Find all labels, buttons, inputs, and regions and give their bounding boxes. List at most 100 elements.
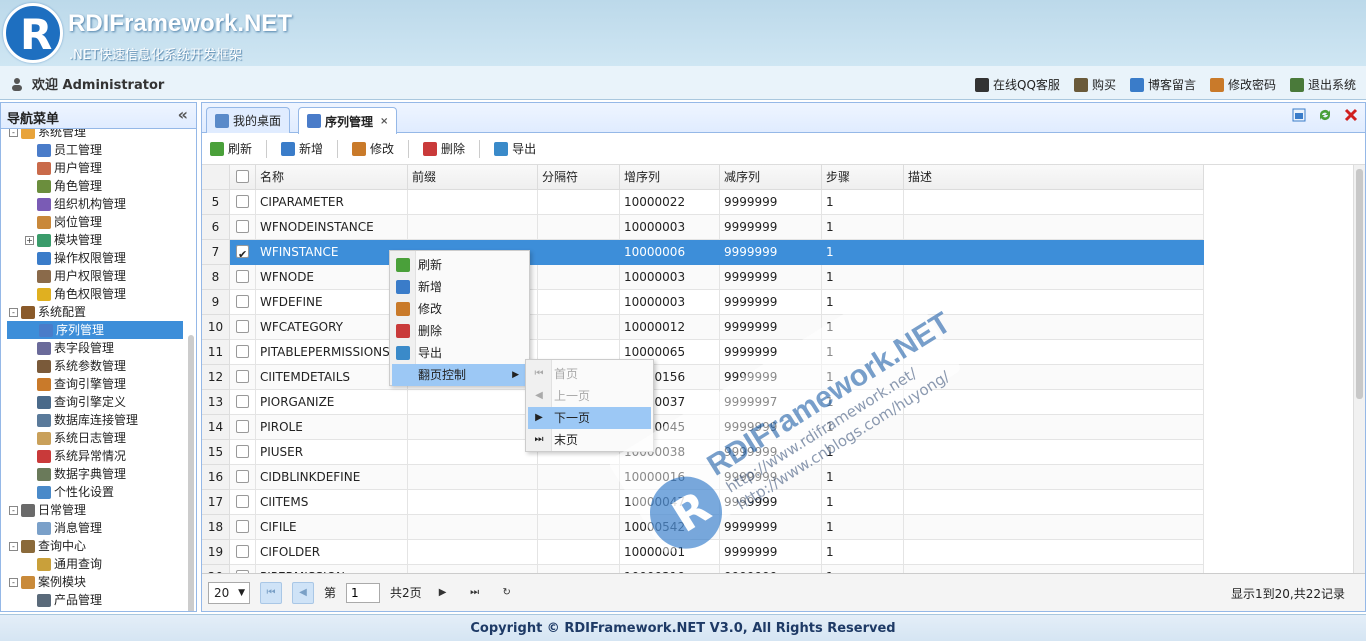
row-checkbox[interactable] [236, 420, 249, 433]
column-header[interactable]: 步骤 [822, 165, 904, 190]
row-checkbox[interactable] [236, 345, 249, 358]
first-page-button[interactable]: ⏮ [260, 581, 282, 604]
nav-item-7[interactable]: 操作权限管理 [25, 249, 126, 267]
nav-item-19[interactable]: 数据字典管理 [25, 465, 126, 483]
nav-item-17[interactable]: 系统日志管理 [25, 429, 126, 447]
close-all-icon[interactable] [1343, 107, 1359, 123]
grid-scrollbar[interactable] [1353, 165, 1365, 573]
home-icon[interactable] [1291, 107, 1307, 123]
collapse-toggle-icon[interactable]: - [9, 541, 18, 551]
table-row[interactable]: 20 PIPERMISSION 1000031999999991 [202, 565, 1204, 573]
nav-item-24[interactable]: 通用查询 [25, 555, 102, 573]
toplink-mail[interactable]: 博客留言 [1129, 76, 1196, 93]
select-all-checkbox[interactable] [236, 170, 249, 183]
nav-item-5[interactable]: 岗位管理 [25, 213, 102, 231]
column-header[interactable]: 减序列 [720, 165, 822, 190]
tab-desktop[interactable]: 我的桌面 [206, 107, 291, 133]
edit-button[interactable]: 修改 [352, 140, 394, 157]
nav-item-3[interactable]: 角色管理 [25, 177, 102, 195]
nav-item-26[interactable]: 产品管理 [25, 591, 102, 609]
table-row[interactable]: 17 CIITEMS 10000047 9999999 1 [202, 490, 1204, 515]
column-header[interactable]: 增序列 [620, 165, 720, 190]
nav-item-2[interactable]: 用户管理 [25, 159, 102, 177]
table-row[interactable]: 8 WFNODE 10000003 9999999 1 [202, 265, 1204, 290]
toplink-key[interactable]: 修改密码 [1209, 76, 1276, 93]
nav-item-10[interactable]: - 系统配置 [9, 303, 86, 321]
nav-item-11[interactable]: 序列管理 [7, 321, 183, 339]
menu-add[interactable]: 新增 [392, 276, 527, 298]
collapse-toggle-icon[interactable]: - [9, 505, 18, 515]
table-row[interactable]: 6 WFNODEINSTANCE 10000003 9999999 1 [202, 215, 1204, 240]
table-row[interactable]: 16 CIDBLINKDEFINE 10000016 9999999 1 [202, 465, 1204, 490]
row-checkbox[interactable] [236, 370, 249, 383]
page-number-input[interactable] [346, 582, 381, 603]
row-checkbox[interactable] [236, 495, 249, 508]
collapse-toggle-icon[interactable]: - [9, 577, 18, 587]
submenu-item-1[interactable]: ◀ 上一页 [528, 385, 651, 407]
toplink-exit[interactable]: 退出系统 [1289, 76, 1356, 93]
submenu-item-2[interactable]: ▶ 下一页 [528, 407, 651, 429]
table-row[interactable]: 5 CIPARAMETER 10000022 9999999 1 [202, 190, 1204, 215]
column-header[interactable]: 分隔符 [538, 165, 620, 190]
table-row[interactable]: 13 PIORGANIZE 10000037 9999997 1 [202, 390, 1204, 415]
row-checkbox[interactable] [236, 220, 249, 233]
row-checkbox[interactable] [236, 195, 249, 208]
nav-item-1[interactable]: 员工管理 [25, 141, 102, 159]
nav-item-23[interactable]: - 查询中心 [9, 537, 86, 555]
table-row[interactable]: 18 CIFILE 10000542 9999999 1 [202, 515, 1204, 540]
nav-item-18[interactable]: 系统异常情况 [25, 447, 126, 465]
row-checkbox[interactable] [236, 470, 249, 483]
toplink-cart[interactable]: 购买 [1073, 76, 1116, 93]
last-page-button[interactable]: ⏭ [464, 582, 486, 604]
row-checkbox[interactable] [236, 295, 249, 308]
prev-page-button[interactable]: ◀ [292, 581, 314, 604]
nav-item-14[interactable]: 查询引擎管理 [25, 375, 126, 393]
menu-edit[interactable]: 修改 [392, 298, 527, 320]
table-row[interactable]: 19 CIFOLDER 10000001 9999999 1 [202, 540, 1204, 565]
nav-item-4[interactable]: 组织机构管理 [25, 195, 126, 213]
row-checkbox[interactable] [236, 445, 249, 458]
row-checkbox[interactable] [236, 520, 249, 533]
nav-item-21[interactable]: - 日常管理 [9, 501, 86, 519]
nav-item-8[interactable]: 用户权限管理 [25, 267, 126, 285]
row-checkbox[interactable] [236, 242, 249, 264]
toplink-qq[interactable]: 在线QQ客服 [975, 76, 1060, 93]
add-button[interactable]: 新增 [281, 140, 323, 157]
menu-export[interactable]: 导出 [392, 342, 527, 364]
refresh-button[interactable]: 刷新 [210, 140, 252, 157]
collapse-toggle-icon[interactable]: - [9, 129, 18, 137]
nav-item-22[interactable]: 消息管理 [25, 519, 102, 537]
tab-close-icon[interactable]: × [380, 116, 388, 127]
collapse-icon[interactable]: « [178, 105, 188, 124]
table-row[interactable]: 7 WFINSTANCE 1000000699999991 [202, 240, 1204, 265]
scroll-thumb[interactable] [1356, 169, 1363, 399]
table-row[interactable]: 14 PIROLE 10000045 9999999 1 [202, 415, 1204, 440]
menu-paging[interactable]: 翻页控制 ▶ [392, 364, 527, 386]
row-checkbox[interactable] [236, 320, 249, 333]
row-checkbox[interactable] [236, 545, 249, 558]
nav-scrollbar[interactable] [188, 335, 194, 611]
submenu-item-0[interactable]: ⏮ 首页 [528, 363, 651, 385]
expand-toggle-icon[interactable]: + [25, 235, 34, 245]
nav-item-0[interactable]: - 系统管理 [9, 129, 86, 141]
row-checkbox[interactable] [236, 395, 249, 408]
nav-item-9[interactable]: 角色权限管理 [25, 285, 126, 303]
table-row[interactable]: 10 WFCATEGORY 10000012 9999999 1 [202, 315, 1204, 340]
reload-icon[interactable] [1317, 107, 1333, 123]
export-button[interactable]: 导出 [494, 140, 536, 157]
nav-item-25[interactable]: - 案例模块 [9, 573, 86, 591]
submenu-item-3[interactable]: ⏭ 末页 [528, 429, 651, 451]
delete-button[interactable]: 删除 [423, 140, 465, 157]
nav-item-20[interactable]: 个性化设置 [25, 483, 114, 501]
menu-refresh[interactable]: 刷新 [392, 254, 527, 276]
nav-item-15[interactable]: 查询引擎定义 [25, 393, 126, 411]
nav-item-12[interactable]: 表字段管理 [25, 339, 114, 357]
refresh-page-button[interactable]: ↻ [496, 582, 518, 604]
collapse-toggle-icon[interactable]: - [9, 307, 18, 317]
table-row[interactable]: 12 CIITEMDETAILS 10000156 9999999 1 [202, 365, 1204, 390]
column-header[interactable]: 描述 [904, 165, 1204, 190]
table-row[interactable]: 15 PIUSER 10000038 9999999 1 [202, 440, 1204, 465]
column-header[interactable]: 名称 [256, 165, 408, 190]
column-header[interactable]: 前缀 [408, 165, 538, 190]
nav-item-6[interactable]: + 模块管理 [25, 231, 102, 249]
